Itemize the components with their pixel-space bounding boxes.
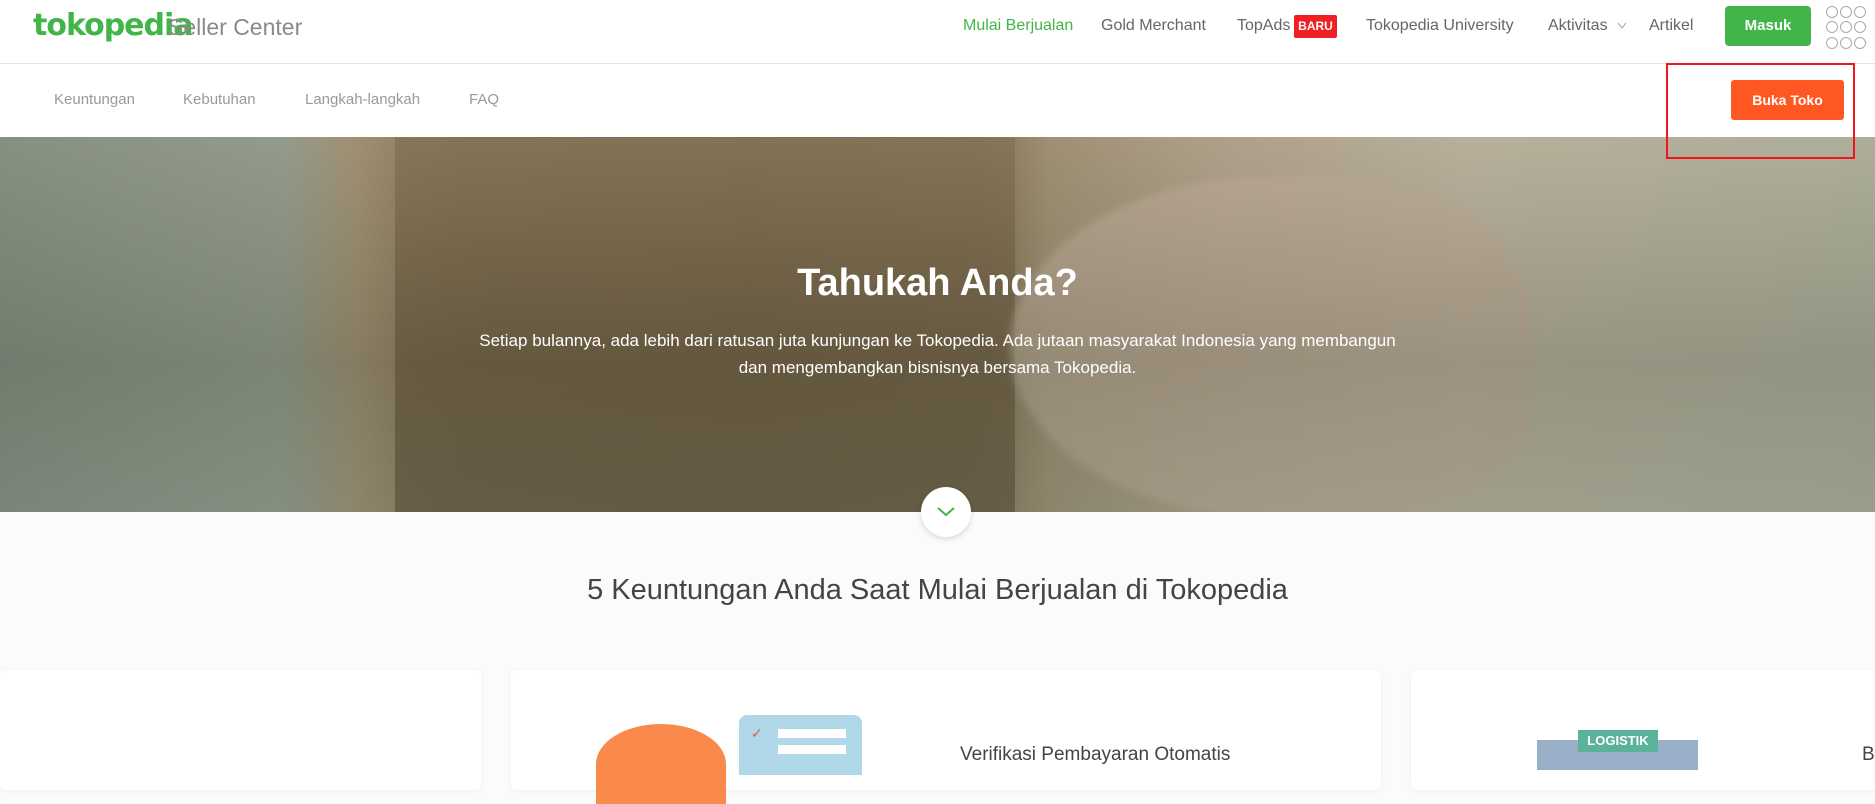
nav-aktivitas[interactable]: Aktivitas (1548, 17, 1608, 35)
subnav-langkah[interactable]: Langkah-langkah (305, 91, 420, 108)
section-nav (0, 64, 1875, 137)
card-title: B (1862, 744, 1875, 765)
hero-banner (0, 137, 1875, 512)
nav-gold-merchant[interactable]: Gold Merchant (1101, 17, 1206, 35)
nav-artikel[interactable]: Artikel (1649, 17, 1693, 35)
benefit-card (0, 670, 481, 790)
logistics-tag: LOGISTIK (1578, 730, 1658, 752)
scroll-down-button[interactable] (921, 487, 971, 537)
apps-grid-icon[interactable] (1826, 6, 1870, 50)
subnav-kebutuhan[interactable]: Kebutuhan (183, 91, 256, 108)
benefits-heading: 5 Keuntungan Anda Saat Mulai Berjualan d… (587, 574, 1288, 606)
nav-topads[interactable]: TopAds (1237, 17, 1290, 35)
nav-tokopedia-university[interactable]: Tokopedia University (1366, 17, 1514, 35)
seller-center-label: Seller Center (168, 14, 303, 40)
nav-mulai-berjualan[interactable]: Mulai Berjualan (963, 17, 1073, 35)
chevron-down-icon (1617, 22, 1627, 29)
highlight-box (1666, 63, 1855, 159)
login-button[interactable]: Masuk (1725, 6, 1811, 46)
subnav-keuntungan[interactable]: Keuntungan (54, 91, 135, 108)
document-illustration: ✓ (739, 715, 862, 775)
chevron-down-icon (937, 507, 955, 517)
subnav-faq[interactable]: FAQ (469, 91, 499, 108)
chat-bubble-illustration (596, 724, 726, 804)
hero-text: Setiap bulannya, ada lebih dari ratusan … (479, 331, 1396, 377)
hero-title: Tahukah Anda? (797, 262, 1078, 304)
new-badge: BARU (1294, 15, 1337, 38)
card-title: Verifikasi Pembayaran Otomatis (960, 744, 1231, 765)
